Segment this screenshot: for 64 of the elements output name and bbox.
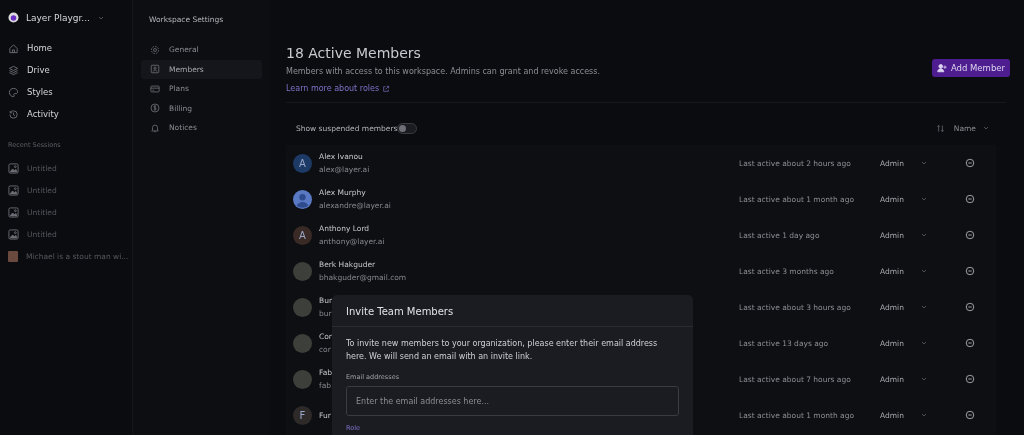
sort-icon xyxy=(935,123,945,133)
chevron-down-icon xyxy=(919,411,928,419)
dialog-text: To invite new members to your organization, please enter their email address here. We will send an email with an invite link. xyxy=(346,338,659,363)
photo-placeholder xyxy=(293,261,312,281)
card-icon xyxy=(150,83,160,94)
avatar: F xyxy=(293,405,312,425)
more-icon xyxy=(965,230,975,240)
workspace-logo-icon xyxy=(8,12,19,23)
layers-icon xyxy=(8,64,19,76)
description: Members with access to this workspace. Admins can grant and revoke access. xyxy=(286,67,600,76)
more-icon xyxy=(965,266,975,276)
suspended-toggle[interactable] xyxy=(397,122,418,134)
image-icon xyxy=(8,184,19,196)
nav-item[interactable]: Activity xyxy=(8,103,124,125)
more-button[interactable] xyxy=(965,230,975,240)
chevron-down-icon xyxy=(919,303,928,311)
more-button[interactable] xyxy=(965,158,975,168)
image-icon xyxy=(8,162,19,174)
image-icon xyxy=(8,228,19,240)
avatar: A xyxy=(293,153,312,173)
user-plus-icon xyxy=(936,63,947,73)
palette-icon xyxy=(8,86,19,98)
more-icon xyxy=(965,374,975,384)
more-button[interactable] xyxy=(965,302,975,312)
more-icon xyxy=(965,302,975,312)
photo-placeholder xyxy=(293,369,312,389)
chevron-down-icon xyxy=(919,195,928,203)
email-input-field[interactable]: Enter the email addresses here... xyxy=(346,386,679,416)
image-icon xyxy=(8,206,19,218)
external-link-icon xyxy=(382,84,391,93)
more-icon xyxy=(965,194,975,204)
roles-link[interactable]: Learn more about roles xyxy=(286,84,391,93)
dollar-icon xyxy=(150,103,160,114)
chevron-down-icon xyxy=(919,267,928,275)
chevron-down-icon xyxy=(919,375,928,383)
more-icon xyxy=(965,410,975,420)
home-icon xyxy=(8,42,19,54)
photo-placeholder xyxy=(8,250,18,262)
more-icon xyxy=(965,158,975,168)
chevron-down-icon xyxy=(982,124,990,132)
id-card-icon xyxy=(150,64,160,75)
nav-item[interactable]: Drive xyxy=(8,59,124,81)
workspace-name[interactable]: Layer Playgr... xyxy=(26,12,90,23)
more-button[interactable] xyxy=(965,194,975,204)
nav-item[interactable]: Home xyxy=(8,37,124,59)
history-icon xyxy=(8,108,19,120)
chevron-down-icon xyxy=(919,231,928,239)
avatar-silhouette-icon xyxy=(293,189,312,209)
chevron-down-icon xyxy=(919,159,928,167)
page-title: 18 Active Members xyxy=(286,45,422,61)
more-button[interactable] xyxy=(965,338,975,348)
gear-icon xyxy=(150,44,160,55)
more-button[interactable] xyxy=(965,266,975,276)
photo-placeholder xyxy=(293,297,312,317)
chevron-down-icon xyxy=(919,339,928,347)
avatar: A xyxy=(293,225,312,245)
bell-icon xyxy=(150,122,160,133)
more-icon xyxy=(965,338,975,348)
add-member-button[interactable]: Add Member xyxy=(931,59,1010,77)
nav-item[interactable]: Styles xyxy=(8,81,124,103)
dialog-title: Invite Team Members xyxy=(332,295,693,327)
more-button[interactable] xyxy=(965,374,975,384)
more-button[interactable] xyxy=(965,410,975,420)
photo-placeholder xyxy=(293,333,312,353)
